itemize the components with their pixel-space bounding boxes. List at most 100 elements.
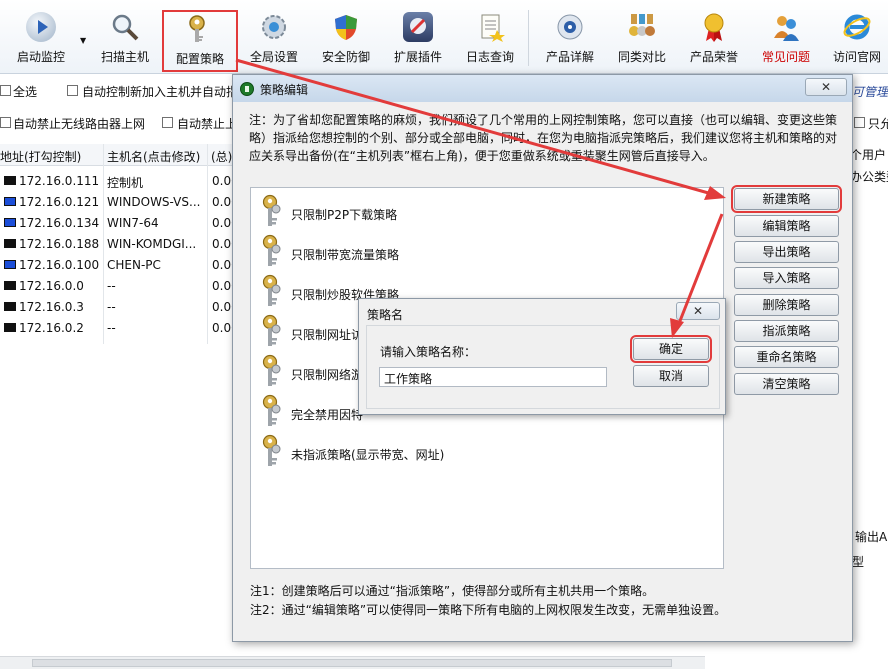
table-row[interactable]: 172.16.0.3 -- 0.00 <box>0 296 240 317</box>
new-policy-button[interactable]: 新建策略 <box>731 185 842 213</box>
office-type-cell: 办公类型 <box>850 170 888 184</box>
ip-cell: 172.16.0.100 <box>19 258 100 272</box>
export-policy-button[interactable]: 导出策略 <box>734 241 839 263</box>
product-details-button[interactable]: 产品详解 <box>538 6 602 68</box>
table-row[interactable]: 172.16.0.2 -- 0.00 <box>0 317 240 338</box>
disable-wifi-label: 自动禁止无线路由器上网 <box>13 117 146 131</box>
comparison-button[interactable]: 同类对比 <box>610 6 674 68</box>
toolbar-label: 扫描主机 <box>100 50 149 64</box>
extension-plugin-button[interactable]: 扩展插件 <box>386 6 450 68</box>
scrollbar-thumb[interactable] <box>32 659 672 667</box>
hostname-cell[interactable]: WIN7-64 <box>107 216 159 230</box>
auto-control-checkbox[interactable] <box>67 85 78 96</box>
subdialog-title: 策略名 <box>367 308 404 322</box>
table-row[interactable]: 172.16.0.100 CHEN-PC 0.00 <box>0 254 240 275</box>
policy-name-input[interactable]: 工作策略 <box>379 367 607 387</box>
shield-icon <box>331 12 361 42</box>
security-defense-button[interactable]: 安全防御 <box>314 6 378 68</box>
faq-button[interactable]: 常见问题 <box>754 6 818 68</box>
policy-name-dialog: 策略名 ✕ 请输入策略名称： 工作策略 确定 取消 <box>358 298 726 415</box>
chevron-down-icon[interactable]: ▼ <box>80 36 86 45</box>
import-policy-button[interactable]: 导入策略 <box>734 267 839 289</box>
policy-item[interactable]: 未指派策略(显示带宽、网址) <box>261 434 711 468</box>
gear-icon <box>259 12 289 42</box>
key-icon <box>261 274 283 308</box>
scan-hosts-button[interactable]: 扫描主机 <box>92 6 158 68</box>
toolbar-label: 产品荣誉 <box>689 50 738 64</box>
close-icon[interactable]: ✕ <box>805 78 847 96</box>
user-column-header: 个用户 <box>850 148 887 162</box>
toolbar-label: 日志查询 <box>465 50 514 64</box>
policy-item[interactable]: 只限制P2P下载策略 <box>261 194 711 228</box>
table-row[interactable]: 172.16.0.121 WINDOWS-VS... 0.00 <box>0 191 240 212</box>
toolbar-label: 配置策略 <box>175 52 224 66</box>
dialog-notes-bottom: 注1：创建策略后可以通过“指派策略”，使得部分或所有主机共用一个策略。 注2：通… <box>250 582 726 620</box>
policy-label: 未指派策略(显示带宽、网址) <box>291 448 445 462</box>
column-header-total[interactable]: (总) <box>211 148 232 165</box>
disable-wifi-checkbox[interactable] <box>0 117 11 128</box>
policy-name-prompt: 请输入策略名称： <box>380 345 477 359</box>
table-row[interactable]: 172.16.0.188 WIN-KOMDGI... 0.00 <box>0 233 240 254</box>
assign-policy-button[interactable]: 指派策略 <box>734 320 839 342</box>
manageable-label: 可管理 <box>852 85 888 99</box>
edit-policy-button[interactable]: 编辑策略 <box>734 215 839 237</box>
table-row[interactable]: 172.16.0.0 -- 0.00 <box>0 275 240 296</box>
ip-cell: 172.16.0.3 <box>19 300 84 314</box>
select-all-label: 全选 <box>13 85 38 99</box>
hostname-cell[interactable]: -- <box>107 321 116 335</box>
visit-website-button[interactable]: 访问官网 <box>826 6 888 68</box>
key-icon <box>261 194 283 228</box>
table-row[interactable]: 172.16.0.111 控制机 0.00 <box>0 170 240 191</box>
toolbar-label: 安全防御 <box>321 50 370 64</box>
hostname-cell[interactable]: WINDOWS-VS... <box>107 195 200 209</box>
column-divider <box>207 144 208 344</box>
column-header-address[interactable]: 地址(打勾控制) <box>0 148 81 165</box>
only-allow-label: 只允 <box>868 117 888 131</box>
monitor-icon <box>4 302 16 311</box>
cancel-button[interactable]: 取消 <box>633 365 709 387</box>
policy-label: 只限制带宽流量策略 <box>291 248 400 262</box>
policy-key-icon <box>185 14 215 44</box>
configure-policy-button[interactable]: 配置策略 <box>162 10 238 72</box>
monitor-icon <box>4 218 16 227</box>
toolbar-label: 产品详解 <box>545 50 594 64</box>
only-allow-checkbox[interactable] <box>854 117 865 128</box>
app-icon <box>240 82 254 96</box>
global-settings-button[interactable]: 全局设置 <box>242 6 306 68</box>
log-query-button[interactable]: 日志查询 <box>458 6 522 68</box>
hostname-cell[interactable]: CHEN-PC <box>107 258 161 272</box>
ip-cell: 172.16.0.188 <box>19 237 100 251</box>
monitor-icon <box>4 260 16 269</box>
ie-icon <box>842 12 872 42</box>
start-monitor-button[interactable]: 启动监控 <box>6 6 76 68</box>
policy-label: 只限制P2P下载策略 <box>291 208 398 222</box>
toolbar-label: 访问官网 <box>832 50 881 64</box>
clear-policy-button[interactable]: 清空策略 <box>734 373 839 395</box>
horizontal-scrollbar[interactable] <box>0 656 705 669</box>
note-2: 注2：通过“编辑策略”可以使得同一策略下所有电脑的上网权限发生改变，无需单独设置… <box>250 603 727 617</box>
rename-policy-button[interactable]: 重命名策略 <box>734 346 839 368</box>
hostname-cell[interactable]: -- <box>107 279 116 293</box>
export-label[interactable]: 输出A <box>855 528 887 545</box>
policy-label: 只限制网址访 <box>291 328 364 342</box>
auto-disable-checkbox[interactable] <box>162 117 173 128</box>
hostname-cell[interactable]: 控制机 <box>107 174 143 191</box>
toolbar-label: 启动监控 <box>16 50 65 64</box>
delete-policy-button[interactable]: 删除策略 <box>734 294 839 316</box>
product-honor-button[interactable]: 产品荣誉 <box>682 6 746 68</box>
key-icon <box>261 394 283 428</box>
auto-disable-label: 自动禁止上 <box>177 117 238 131</box>
policy-label: 完全禁用因特 <box>291 408 364 422</box>
close-icon[interactable]: ✕ <box>676 302 720 320</box>
column-header-hostname[interactable]: 主机名(点击修改) <box>107 148 200 165</box>
table-row[interactable]: 172.16.0.134 WIN7-64 0.00 <box>0 212 240 233</box>
hostname-cell[interactable]: WIN-KOMDGI... <box>107 237 196 251</box>
toolbar-label: 同类对比 <box>617 50 666 64</box>
key-icon <box>261 434 283 468</box>
policy-item[interactable]: 只限制带宽流量策略 <box>261 234 711 268</box>
monitor-icon <box>4 239 16 248</box>
select-all-checkbox[interactable] <box>0 85 11 96</box>
hostname-cell[interactable]: -- <box>107 300 116 314</box>
ok-button[interactable]: 确定 <box>630 335 712 363</box>
ip-cell: 172.16.0.2 <box>19 321 84 335</box>
